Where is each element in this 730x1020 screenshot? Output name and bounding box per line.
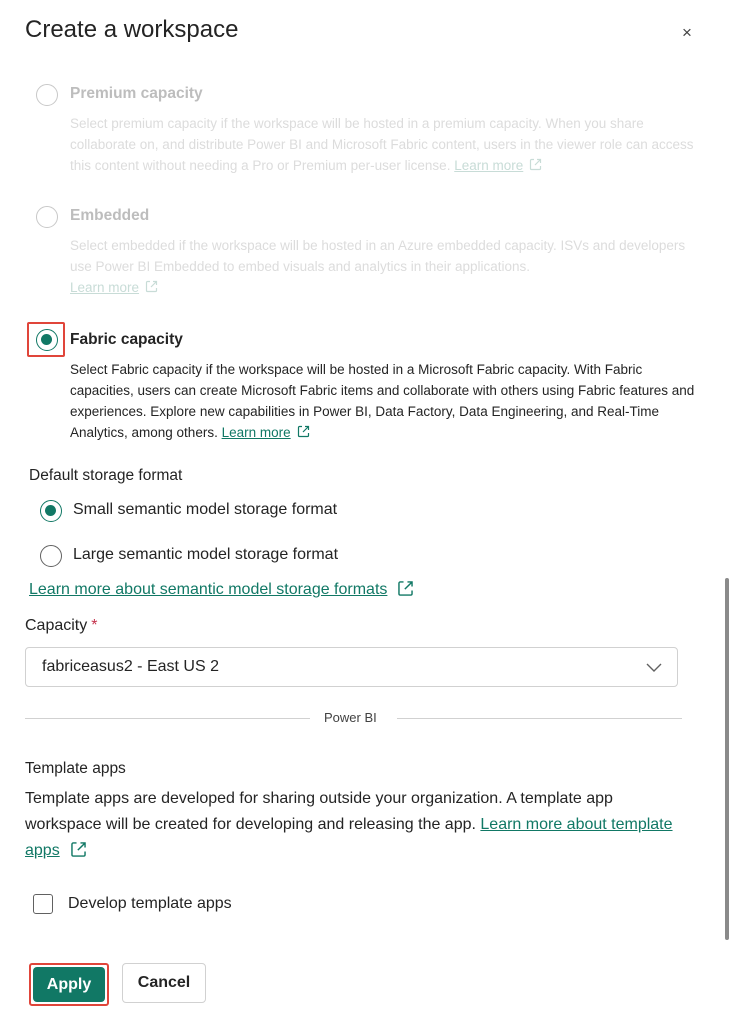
embedded-desc-text: Select embedded if the workspace will be…	[70, 238, 686, 274]
template-apps-heading: Template apps	[25, 760, 126, 777]
external-link-icon	[529, 156, 542, 171]
dialog-title: Create a workspace	[25, 16, 239, 43]
external-link-icon	[397, 580, 414, 597]
required-asterisk: *	[91, 617, 98, 634]
develop-template-apps-checkbox[interactable]	[33, 894, 53, 914]
divider-label: Power BI	[324, 710, 377, 725]
scrollbar-thumb[interactable]	[725, 578, 729, 940]
develop-template-apps-label: Develop template apps	[68, 895, 232, 912]
storage-format-heading: Default storage format	[29, 467, 183, 484]
capacity-dropdown[interactable]: fabriceasus2 - East US 2	[25, 647, 678, 687]
close-icon[interactable]: ×	[676, 22, 698, 44]
chevron-down-icon	[645, 660, 663, 674]
external-link-icon	[297, 423, 310, 438]
fabric-capacity-learn-more-link[interactable]: Learn more	[222, 425, 291, 440]
external-link-icon	[70, 841, 87, 858]
apply-button[interactable]: Apply	[33, 967, 105, 1002]
premium-capacity-label: Premium capacity	[70, 85, 203, 102]
fabric-capacity-desc-text: Select Fabric capacity if the workspace …	[70, 362, 695, 440]
premium-capacity-radio	[36, 84, 58, 106]
fabric-capacity-description: Select Fabric capacity if the workspace …	[70, 359, 702, 443]
divider-left	[25, 718, 310, 719]
premium-capacity-description: Select premium capacity if the workspace…	[70, 113, 710, 176]
large-storage-label: Large semantic model storage format	[73, 546, 339, 563]
small-storage-radio[interactable]	[40, 500, 62, 522]
cancel-button[interactable]: Cancel	[122, 963, 206, 1003]
capacity-label-text: Capacity	[25, 617, 88, 634]
embedded-radio	[36, 206, 58, 228]
embedded-description: Select embedded if the workspace will be…	[70, 235, 710, 298]
small-storage-label: Small semantic model storage format	[73, 501, 338, 518]
fabric-capacity-label: Fabric capacity	[70, 331, 183, 348]
storage-learn-more-link[interactable]: Learn more about semantic model storage …	[29, 580, 414, 599]
embedded-label: Embedded	[70, 207, 150, 224]
large-storage-radio[interactable]	[40, 545, 62, 567]
storage-learn-more-text: Learn more about semantic model storage …	[29, 581, 388, 598]
divider-right	[397, 718, 682, 719]
premium-capacity-learn-more-link: Learn more	[454, 158, 524, 173]
premium-capacity-desc-text: Select premium capacity if the workspace…	[70, 116, 694, 173]
capacity-label: Capacity *	[25, 617, 97, 635]
template-apps-description: Template apps are developed for sharing …	[25, 786, 685, 864]
embedded-learn-more-link: Learn more	[70, 280, 140, 295]
capacity-selected-value: fabriceasus2 - East US 2	[42, 658, 219, 675]
external-link-icon	[145, 278, 158, 293]
create-workspace-panel: Create a workspace × Premium capacity Se…	[0, 0, 730, 1020]
fabric-capacity-radio[interactable]	[36, 329, 58, 351]
